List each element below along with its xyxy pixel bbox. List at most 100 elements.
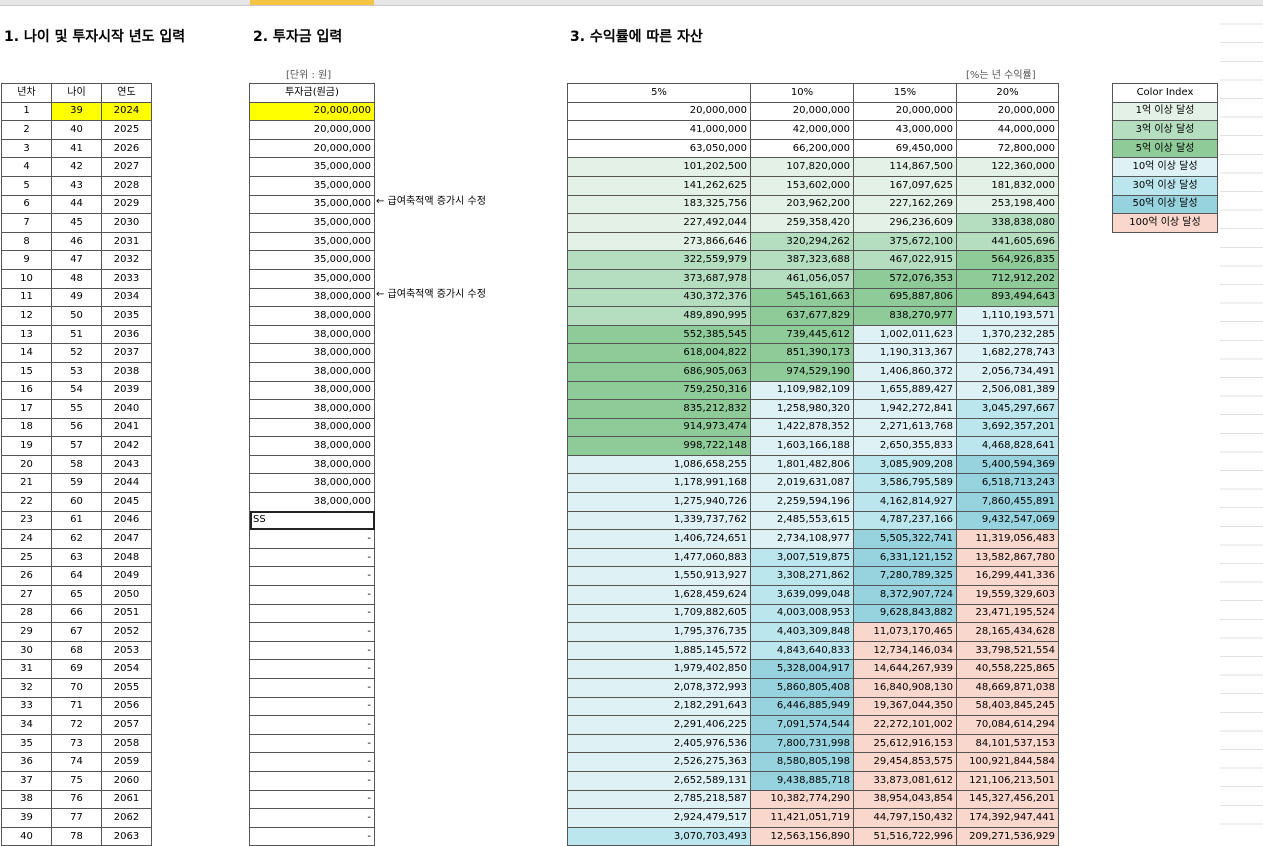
principal-cell[interactable]: -: [249, 603, 375, 624]
year-index-cell[interactable]: 25: [1, 547, 52, 568]
asset-cell[interactable]: 107,820,000: [750, 157, 854, 177]
age-cell[interactable]: 47: [51, 250, 102, 270]
year-cell[interactable]: 2053: [101, 640, 152, 661]
asset-cell[interactable]: 998,722,148: [567, 436, 751, 456]
year-index-cell[interactable]: 12: [1, 306, 52, 326]
year-index-cell[interactable]: 23: [1, 510, 52, 531]
year-cell[interactable]: 2032: [101, 250, 152, 270]
asset-cell[interactable]: 63,050,000: [567, 138, 751, 159]
asset-cell[interactable]: 4,787,237,166: [853, 510, 957, 531]
asset-cell[interactable]: 461,056,057: [750, 268, 854, 289]
principal-cell[interactable]: -: [249, 529, 375, 549]
asset-cell[interactable]: 3,007,519,875: [750, 547, 854, 568]
asset-cell[interactable]: 2,056,734,491: [956, 361, 1059, 382]
year-cell[interactable]: 2059: [101, 752, 152, 772]
asset-cell[interactable]: 100,921,844,584: [956, 752, 1059, 772]
year-index-cell[interactable]: 11: [1, 287, 52, 308]
year-index-cell[interactable]: 34: [1, 715, 52, 735]
asset-cell[interactable]: 1,422,878,352: [750, 417, 854, 438]
asset-cell[interactable]: 2,652,589,131: [567, 770, 751, 791]
asset-cell[interactable]: 20,000,000: [750, 101, 854, 122]
asset-cell[interactable]: 2,506,081,389: [956, 380, 1059, 401]
asset-cell[interactable]: 58,403,845,245: [956, 696, 1059, 717]
asset-cell[interactable]: 338,838,080: [956, 213, 1059, 233]
age-cell[interactable]: 40: [51, 120, 102, 140]
principal-cell[interactable]: -: [249, 566, 375, 587]
age-cell[interactable]: 41: [51, 138, 102, 159]
year-index-cell[interactable]: 32: [1, 678, 52, 698]
principal-cell[interactable]: 35,000,000: [249, 157, 375, 177]
asset-cell[interactable]: 2,785,218,587: [567, 789, 751, 810]
asset-cell[interactable]: 14,644,267,939: [853, 659, 957, 679]
asset-cell[interactable]: 2,405,976,536: [567, 733, 751, 754]
age-cell[interactable]: 53: [51, 361, 102, 382]
asset-cell[interactable]: 84,101,537,153: [956, 733, 1059, 754]
asset-cell[interactable]: 101,202,500: [567, 157, 751, 177]
year-index-cell[interactable]: 35: [1, 733, 52, 754]
year-cell[interactable]: 2030: [101, 213, 152, 233]
year-index-cell[interactable]: 1: [1, 101, 52, 122]
asset-cell[interactable]: 1,086,658,255: [567, 454, 751, 475]
asset-cell[interactable]: 4,003,008,953: [750, 603, 854, 624]
asset-cell[interactable]: 66,200,000: [750, 138, 854, 159]
age-cell[interactable]: 68: [51, 640, 102, 661]
principal-cell[interactable]: 38,000,000: [249, 492, 375, 512]
asset-cell[interactable]: 29,454,853,575: [853, 752, 957, 772]
asset-cell[interactable]: 114,867,500: [853, 157, 957, 177]
asset-cell[interactable]: 11,073,170,465: [853, 622, 957, 642]
year-cell[interactable]: 2060: [101, 770, 152, 791]
asset-cell[interactable]: 22,272,101,002: [853, 715, 957, 735]
age-cell[interactable]: 77: [51, 808, 102, 828]
principal-cell[interactable]: -: [249, 659, 375, 679]
asset-cell[interactable]: 739,445,612: [750, 324, 854, 345]
asset-cell[interactable]: 322,559,979: [567, 250, 751, 270]
year-index-cell[interactable]: 40: [1, 826, 52, 846]
age-cell[interactable]: 44: [51, 194, 102, 215]
asset-cell[interactable]: 20,000,000: [956, 101, 1059, 122]
asset-cell[interactable]: 181,832,000: [956, 175, 1059, 196]
asset-cell[interactable]: 3,085,909,208: [853, 454, 957, 475]
asset-cell[interactable]: 7,280,789,325: [853, 566, 957, 587]
principal-cell[interactable]: 35,000,000: [249, 213, 375, 233]
principal-cell[interactable]: 35,000,000: [249, 268, 375, 289]
year-index-cell[interactable]: 2: [1, 120, 52, 140]
asset-cell[interactable]: 1,628,459,624: [567, 585, 751, 605]
age-cell[interactable]: 49: [51, 287, 102, 308]
asset-cell[interactable]: 2,182,291,643: [567, 696, 751, 717]
asset-cell[interactable]: 5,505,322,741: [853, 529, 957, 549]
age-cell[interactable]: 46: [51, 231, 102, 252]
asset-cell[interactable]: 7,800,731,998: [750, 733, 854, 754]
year-index-cell[interactable]: 29: [1, 622, 52, 642]
asset-cell[interactable]: 8,372,907,724: [853, 585, 957, 605]
asset-cell[interactable]: 19,367,044,350: [853, 696, 957, 717]
asset-cell[interactable]: 2,019,631,087: [750, 473, 854, 494]
editing-cell[interactable]: SS: [249, 510, 375, 531]
principal-cell[interactable]: -: [249, 640, 375, 661]
year-cell[interactable]: 2052: [101, 622, 152, 642]
asset-cell[interactable]: 273,866,646: [567, 231, 751, 252]
age-cell[interactable]: 51: [51, 324, 102, 345]
asset-cell[interactable]: 572,076,353: [853, 268, 957, 289]
age-cell[interactable]: 45: [51, 213, 102, 233]
year-cell[interactable]: 2026: [101, 138, 152, 159]
asset-cell[interactable]: 5,860,805,408: [750, 678, 854, 698]
age-cell[interactable]: 74: [51, 752, 102, 772]
asset-cell[interactable]: 2,485,553,615: [750, 510, 854, 531]
asset-cell[interactable]: 893,494,643: [956, 287, 1059, 308]
asset-cell[interactable]: 12,734,146,034: [853, 640, 957, 661]
year-cell[interactable]: 2048: [101, 547, 152, 568]
principal-cell[interactable]: 38,000,000: [249, 417, 375, 438]
asset-cell[interactable]: 296,236,609: [853, 213, 957, 233]
asset-cell[interactable]: 1,370,232,285: [956, 324, 1059, 345]
asset-cell[interactable]: 1,603,166,188: [750, 436, 854, 456]
asset-cell[interactable]: 1,709,882,605: [567, 603, 751, 624]
asset-cell[interactable]: 183,325,756: [567, 194, 751, 215]
age-cell[interactable]: 72: [51, 715, 102, 735]
year-index-cell[interactable]: 4: [1, 157, 52, 177]
year-cell[interactable]: 2029: [101, 194, 152, 215]
asset-cell[interactable]: 375,672,100: [853, 231, 957, 252]
asset-cell[interactable]: 759,250,316: [567, 380, 751, 401]
principal-cell[interactable]: 38,000,000: [249, 343, 375, 363]
age-cell[interactable]: 63: [51, 547, 102, 568]
year-index-cell[interactable]: 33: [1, 696, 52, 717]
